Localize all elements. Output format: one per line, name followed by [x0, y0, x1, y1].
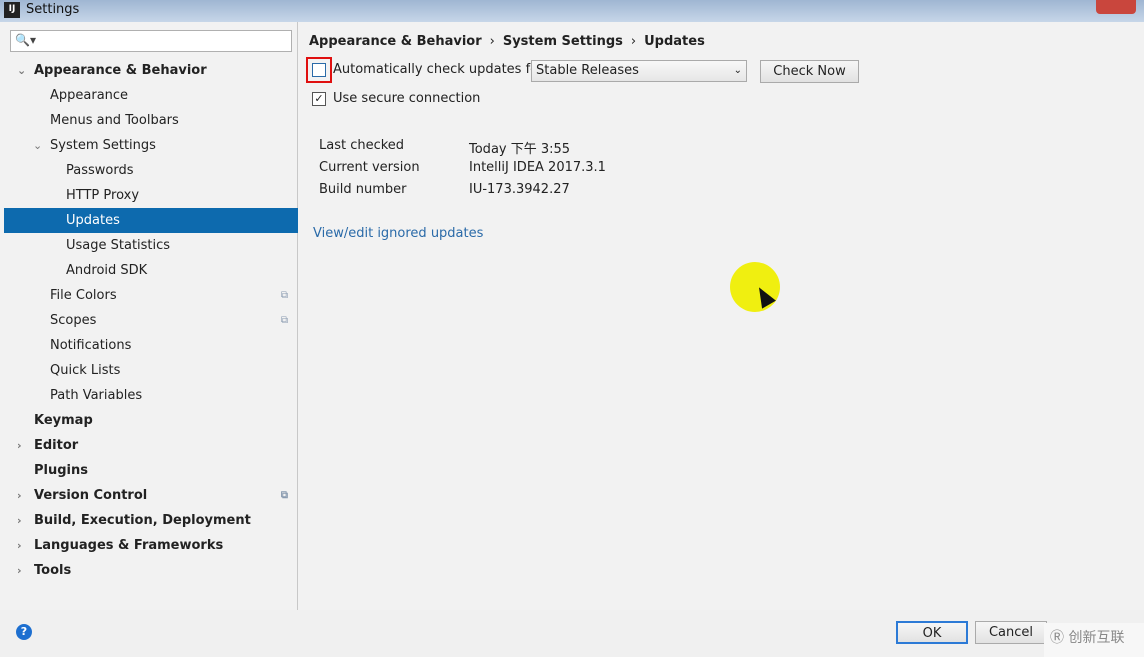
- ok-button[interactable]: OK: [896, 621, 968, 644]
- secure-connection-checkbox[interactable]: ✓: [312, 92, 326, 106]
- sidebar-item-label: Editor: [34, 438, 79, 453]
- breadcrumb-item: System Settings: [502, 34, 623, 49]
- help-icon[interactable]: ?: [16, 624, 32, 640]
- search-input[interactable]: 🔍▾: [10, 30, 292, 52]
- breadcrumb-item: Updates: [644, 34, 705, 49]
- sidebar-item[interactable]: Usage Statistics: [4, 233, 298, 258]
- sidebar-item[interactable]: Android SDK: [4, 258, 298, 283]
- sidebar-item-label: Tools: [34, 563, 72, 578]
- settings-sidebar: 🔍▾ ⌄ Appearance & Behavior Appearance Menus…: [4, 22, 298, 610]
- chevron-right-icon[interactable]: ›: [17, 558, 22, 583]
- app-logo: IJ: [4, 2, 20, 18]
- current-version-value: IntelliJ IDEA 2017.3.1: [469, 160, 606, 175]
- sidebar-item[interactable]: Passwords: [4, 158, 298, 183]
- sidebar-item[interactable]: HTTP Proxy: [4, 183, 298, 208]
- sidebar-item-label: Languages & Frameworks: [34, 538, 224, 553]
- sidebar-item-label: System Settings: [50, 138, 156, 153]
- chevron-right-icon[interactable]: ›: [17, 433, 22, 458]
- sidebar-item-label: HTTP Proxy: [66, 188, 140, 203]
- close-button[interactable]: [1096, 0, 1136, 14]
- sidebar-item[interactable]: › Languages & Frameworks: [4, 533, 298, 558]
- last-checked-value: Today 下午 3:55: [469, 142, 571, 157]
- sidebar-item[interactable]: Menus and Toolbars: [4, 108, 298, 133]
- sidebar-item-label: Build, Execution, Deployment: [34, 513, 251, 528]
- current-version-label: Current version: [319, 160, 420, 175]
- sidebar-item[interactable]: ⌄ System Settings: [4, 133, 298, 158]
- sidebar-item-label: Notifications: [50, 338, 132, 353]
- sidebar-item[interactable]: Plugins: [4, 458, 298, 483]
- breadcrumb: Appearance & Behavior › System Settings › Up…: [309, 34, 705, 49]
- sidebar-item-label: Appearance: [50, 88, 129, 103]
- check-now-button[interactable]: Check Now: [760, 60, 859, 83]
- sidebar-item[interactable]: Scopes ⧉: [4, 308, 298, 333]
- sidebar-item[interactable]: Keymap: [4, 408, 298, 433]
- search-icon: 🔍▾: [15, 33, 36, 47]
- sidebar-item[interactable]: Appearance: [4, 83, 298, 108]
- chevron-right-icon[interactable]: ›: [17, 483, 22, 508]
- settings-tree: ⌄ Appearance & Behavior Appearance Menus an…: [4, 58, 298, 583]
- build-number-value: IU-173.3942.27: [469, 182, 570, 197]
- project-level-icon: ⧉: [280, 490, 288, 501]
- chevron-down-icon[interactable]: ⌄: [33, 133, 42, 158]
- updates-panel: Appearance & Behavior › System Settings › Up…: [299, 22, 1144, 610]
- sidebar-item[interactable]: › Tools: [4, 558, 298, 583]
- secure-connection-label: Use secure connection: [333, 91, 481, 106]
- window-title: Settings: [26, 2, 80, 17]
- sidebar-item[interactable]: File Colors ⧉: [4, 283, 298, 308]
- last-checked-label: Last checked: [319, 138, 405, 153]
- sidebar-item-label: Keymap: [34, 413, 93, 428]
- sidebar-item[interactable]: Quick Lists: [4, 358, 298, 383]
- channel-value: Stable Releases: [536, 63, 639, 78]
- sidebar-item-label: Usage Statistics: [66, 238, 171, 253]
- breadcrumb-item: Appearance & Behavior: [309, 34, 482, 49]
- sidebar-item-label: Android SDK: [66, 263, 148, 278]
- ignored-updates-link[interactable]: View/edit ignored updates: [313, 226, 483, 241]
- channel-select[interactable]: Stable Releases ⌄: [531, 60, 747, 82]
- sidebar-item-label: Scopes: [50, 313, 97, 328]
- project-level-icon: ⧉: [280, 315, 288, 326]
- chevron-right-icon[interactable]: ›: [17, 508, 22, 533]
- watermark-logo: Ⓡ 创新互联: [1044, 623, 1144, 657]
- chevron-down-icon: ⌄: [733, 65, 742, 76]
- project-level-icon: ⧉: [280, 290, 288, 301]
- build-number-label: Build number: [319, 182, 407, 197]
- sidebar-item-label: Quick Lists: [50, 363, 121, 378]
- sidebar-item-label: File Colors: [50, 288, 117, 303]
- chevron-right-icon[interactable]: ›: [17, 533, 22, 558]
- cursor-highlight: [730, 262, 780, 312]
- sidebar-item-label: Path Variables: [50, 388, 143, 403]
- sidebar-item[interactable]: Notifications: [4, 333, 298, 358]
- sidebar-item-label: Updates: [66, 213, 120, 228]
- title-bar: IJ Settings: [0, 0, 1144, 22]
- sidebar-item[interactable]: Updates: [4, 208, 298, 233]
- sidebar-item[interactable]: Path Variables: [4, 383, 298, 408]
- sidebar-item-label: Appearance & Behavior: [34, 63, 207, 78]
- sidebar-item[interactable]: › Build, Execution, Deployment: [4, 508, 298, 533]
- dialog-footer: ? OK Cancel Ⓡ 创新互联: [0, 610, 1144, 657]
- sidebar-item-label: Version Control: [34, 488, 148, 503]
- sidebar-item[interactable]: › Editor: [4, 433, 298, 458]
- sidebar-item[interactable]: › Version Control ⧉: [4, 483, 298, 508]
- auto-check-checkbox[interactable]: [312, 63, 326, 77]
- chevron-down-icon[interactable]: ⌄: [17, 58, 26, 83]
- sidebar-item-label: Passwords: [66, 163, 134, 178]
- sidebar-item-label: Plugins: [34, 463, 88, 478]
- cancel-button[interactable]: Cancel: [975, 621, 1047, 644]
- sidebar-item[interactable]: ⌄ Appearance & Behavior: [4, 58, 298, 83]
- watermark-text: 创新互联: [1068, 630, 1125, 646]
- sidebar-item-label: Menus and Toolbars: [50, 113, 179, 128]
- auto-check-label: Automatically check updates for: [333, 62, 544, 77]
